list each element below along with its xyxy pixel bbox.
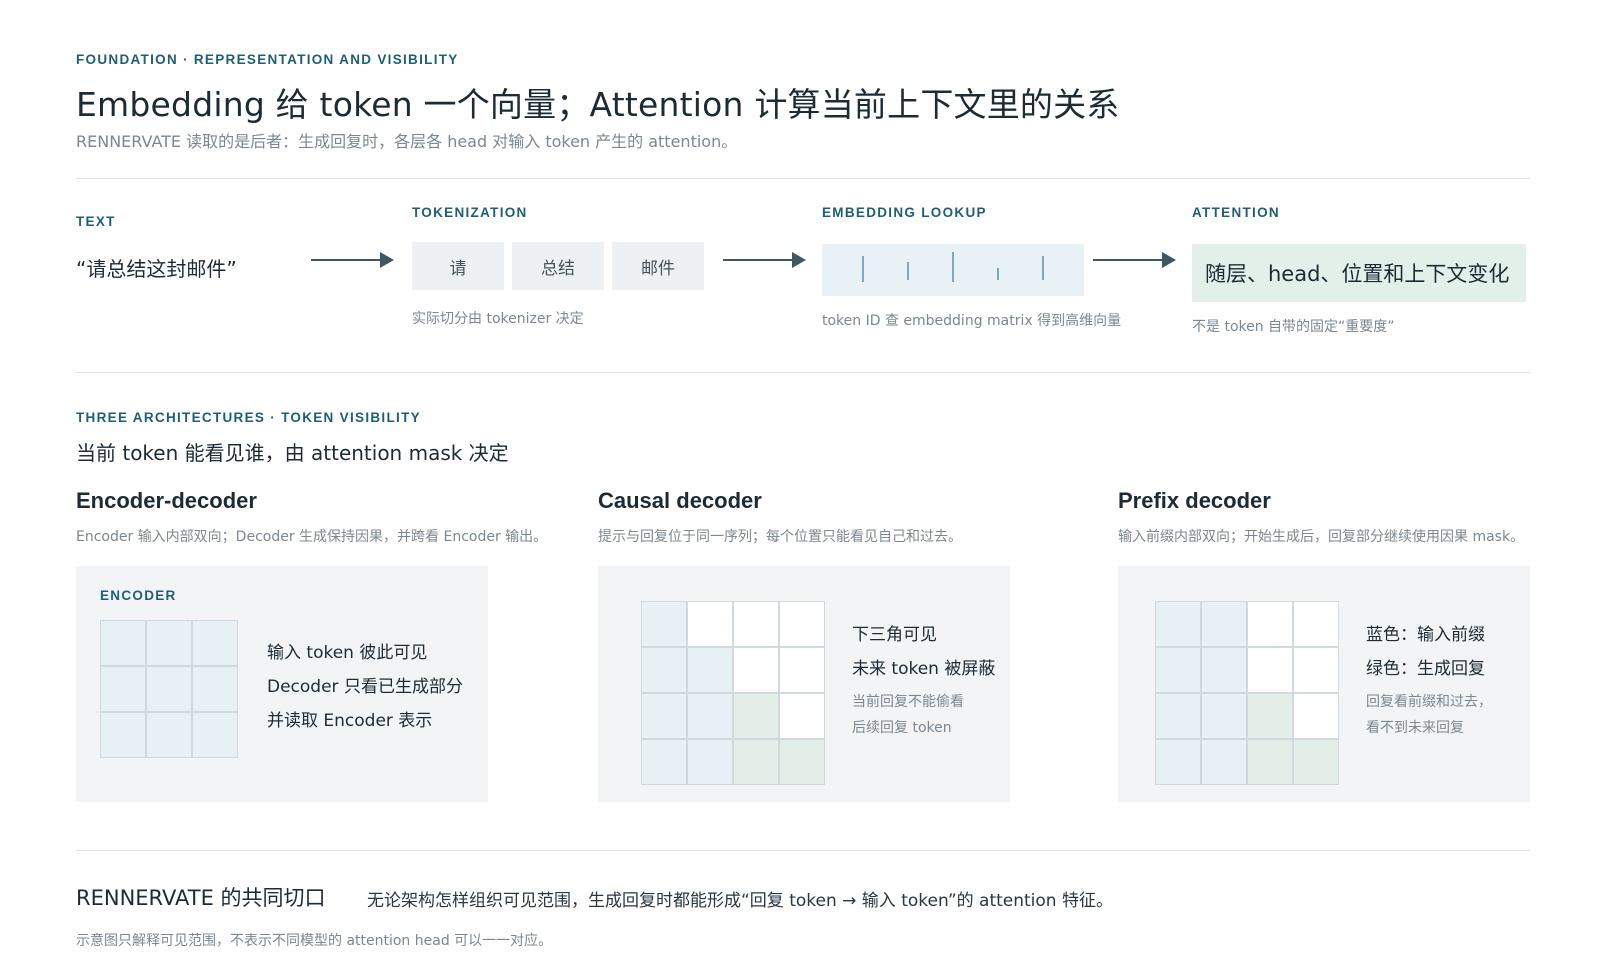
page-subtitle: RENNERVATE 读取的是后者：生成回复时，各层各 head 对输入 tok… xyxy=(76,132,738,151)
causal-mask-grid xyxy=(641,601,825,785)
mask-cell xyxy=(687,739,733,785)
mask-cell xyxy=(100,666,146,712)
causal-decoder-title: Causal decoder xyxy=(598,488,762,513)
prefix-line: 绿色：生成回复 xyxy=(1366,659,1485,679)
causal-line: 下三角可见 xyxy=(852,625,937,645)
arrow-right-icon xyxy=(723,252,806,268)
mask-cell xyxy=(1155,739,1201,785)
mask-cell xyxy=(733,739,779,785)
causal-line: 未来 token 被屏蔽 xyxy=(852,659,996,679)
mask-cell xyxy=(687,601,733,647)
causal-note: 后续回复 token xyxy=(852,720,952,736)
mask-cell xyxy=(687,693,733,739)
mask-cell xyxy=(779,601,825,647)
encoder-decoder-desc: Encoder 输入内部双向；Decoder 生成保持因果，并跨看 Encode… xyxy=(76,529,548,545)
prefix-decoder-panel: 蓝色：输入前缀 绿色：生成回复 回复看前缀和过去， 看不到未来回复 xyxy=(1118,566,1530,802)
architectures-subtitle: 当前 token 能看见谁，由 attention mask 决定 xyxy=(76,441,509,465)
attention-note: 不是 token 自带的固定“重要度” xyxy=(1192,319,1395,335)
causal-note: 当前回复不能偷看 xyxy=(852,694,964,710)
vector-bar xyxy=(997,268,999,280)
mask-cell xyxy=(1155,601,1201,647)
mask-cell xyxy=(1155,647,1201,693)
vector-bar xyxy=(952,252,954,282)
mask-cell xyxy=(1293,739,1339,785)
vector-bar xyxy=(907,262,909,280)
mask-cell xyxy=(1201,693,1247,739)
mask-cell xyxy=(779,739,825,785)
token-chip: 总结 xyxy=(512,242,604,290)
mask-cell xyxy=(146,666,192,712)
mask-cell xyxy=(1201,601,1247,647)
tokenization-note: 实际切分由 tokenizer 决定 xyxy=(412,311,584,327)
mask-cell xyxy=(1293,647,1339,693)
mask-cell xyxy=(146,620,192,666)
mask-cell xyxy=(641,693,687,739)
mask-cell xyxy=(641,647,687,693)
mask-cell xyxy=(1247,739,1293,785)
mask-cell xyxy=(1155,693,1201,739)
mask-cell xyxy=(687,647,733,693)
prefix-note: 回复看前缀和过去， xyxy=(1366,694,1492,710)
encoder-line: Decoder 只看已生成部分 xyxy=(267,677,463,697)
mask-cell xyxy=(779,647,825,693)
mask-cell xyxy=(1247,693,1293,739)
footer-title: RENNERVATE 的共同切口 xyxy=(76,886,326,910)
mask-cell xyxy=(192,712,238,758)
attention-box: 随层、head、位置和上下文变化 xyxy=(1192,244,1526,302)
footer-note: 示意图只解释可见范围，不表示不同模型的 attention head 可以一一对… xyxy=(76,933,553,949)
pipeline-embedding-label: EMBEDDING LOOKUP xyxy=(822,205,987,220)
encoder-mask-grid xyxy=(100,620,238,758)
mask-cell xyxy=(192,666,238,712)
mask-cell xyxy=(1201,739,1247,785)
mask-cell xyxy=(1201,647,1247,693)
causal-decoder-panel: 下三角可见 未来 token 被屏蔽 当前回复不能偷看 后续回复 token xyxy=(598,566,1010,802)
prefix-mask-grid xyxy=(1155,601,1339,785)
pipeline-tokenization-label: TOKENIZATION xyxy=(412,205,528,220)
divider-bottom xyxy=(76,850,1530,851)
mask-cell xyxy=(1293,693,1339,739)
prefix-line: 蓝色：输入前缀 xyxy=(1366,625,1485,645)
arrow-right-icon xyxy=(311,252,394,268)
pipeline-attention-label: ATTENTION xyxy=(1192,205,1280,220)
mask-cell xyxy=(641,601,687,647)
divider-top xyxy=(76,178,1530,179)
mask-cell xyxy=(733,601,779,647)
encoder-line: 并读取 Encoder 表示 xyxy=(267,711,433,731)
vector-bar xyxy=(862,256,864,282)
architectures-kicker: THREE ARCHITECTURES · TOKEN VISIBILITY xyxy=(76,410,421,425)
mask-cell xyxy=(146,712,192,758)
prefix-decoder-title: Prefix decoder xyxy=(1118,488,1271,513)
mask-cell xyxy=(641,739,687,785)
prefix-decoder-desc: 输入前缀内部双向；开始生成后，回复部分继续使用因果 mask。 xyxy=(1118,529,1525,545)
embedding-note: token ID 查 embedding matrix 得到高维向量 xyxy=(822,313,1122,329)
mask-cell xyxy=(1247,647,1293,693)
encoder-decoder-panel: ENCODER 输入 token 彼此可见 Decoder 只看已生成部分 并读… xyxy=(76,566,488,802)
footer-body: 无论架构怎样组织可见范围，生成回复时都能形成“回复 token → 输入 tok… xyxy=(367,891,1113,911)
mask-cell xyxy=(779,693,825,739)
mask-cell xyxy=(733,693,779,739)
encoder-label: ENCODER xyxy=(100,588,177,603)
pipeline-sample-text: “请总结这封邮件” xyxy=(76,257,237,281)
header-kicker: FOUNDATION · REPRESENTATION AND VISIBILI… xyxy=(76,52,459,67)
arrow-right-icon xyxy=(1093,252,1176,268)
causal-decoder-desc: 提示与回复位于同一序列；每个位置只能看见自己和过去。 xyxy=(598,529,962,545)
encoder-line: 输入 token 彼此可见 xyxy=(267,643,428,663)
embedding-vector xyxy=(822,244,1084,296)
token-chip: 邮件 xyxy=(612,242,704,290)
mask-cell xyxy=(192,620,238,666)
mask-cell xyxy=(1247,601,1293,647)
mask-cell xyxy=(733,647,779,693)
encoder-decoder-title: Encoder-decoder xyxy=(76,488,257,513)
prefix-note: 看不到未来回复 xyxy=(1366,720,1464,736)
token-chip: 请 xyxy=(412,242,504,290)
vector-bar xyxy=(1042,256,1044,280)
pipeline-text-label: TEXT xyxy=(76,214,116,229)
mask-cell xyxy=(100,620,146,666)
mask-cell xyxy=(1293,601,1339,647)
divider-middle xyxy=(76,372,1530,373)
mask-cell xyxy=(100,712,146,758)
page-title: Embedding 给 token 一个向量；Attention 计算当前上下文… xyxy=(76,85,1120,124)
